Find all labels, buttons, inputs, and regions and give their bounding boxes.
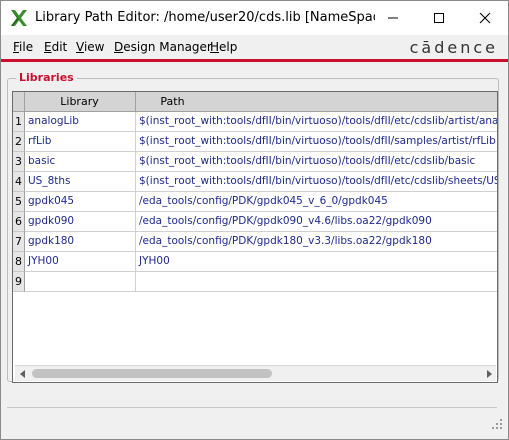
library-cell[interactable]: gpdk180 bbox=[25, 232, 136, 252]
row-number: 1 bbox=[13, 112, 25, 132]
row-number: 8 bbox=[13, 252, 25, 272]
libraries-table: Library Path 1 analogLib $(inst_root_with:… bbox=[12, 91, 498, 383]
scroll-left-icon[interactable] bbox=[17, 368, 28, 379]
path-cell[interactable]: $(inst_root_with:tools/dfII/bin/virtuoso… bbox=[136, 172, 497, 192]
status-divider bbox=[7, 407, 497, 408]
row-number: 5 bbox=[13, 192, 25, 212]
column-header-library[interactable]: Library bbox=[24, 92, 136, 111]
table-header: Library Path bbox=[13, 92, 497, 112]
close-icon bbox=[479, 9, 491, 28]
path-cell[interactable]: /eda_tools/config/PDK/gpdk045_v_6_0/gpdk… bbox=[136, 192, 497, 212]
column-header-path[interactable]: Path bbox=[136, 92, 209, 111]
path-cell[interactable]: /eda_tools/config/PDK/gpdk090_v4.6/libs.… bbox=[136, 212, 497, 232]
menu-view[interactable]: View bbox=[76, 40, 104, 54]
resize-grip-icon[interactable] bbox=[492, 414, 502, 433]
path-cell[interactable]: /eda_tools/config/PDK/gpdk180_v3.3/libs.… bbox=[136, 232, 497, 252]
table-row[interactable]: 7 gpdk180/eda_tools/config/PDK/gpdk180_v3… bbox=[13, 232, 497, 252]
row-number: 2 bbox=[13, 132, 25, 152]
path-cell[interactable]: $(inst_root_with:tools/dfII/bin/virtuoso… bbox=[136, 152, 497, 172]
library-cell[interactable]: gpdk045 bbox=[25, 192, 136, 212]
library-cell[interactable]: gpdk090 bbox=[25, 212, 136, 232]
library-cell[interactable]: JYH00 bbox=[25, 252, 136, 272]
path-cell[interactable]: JYH00 bbox=[136, 252, 497, 272]
cadence-app-icon bbox=[9, 8, 29, 28]
scrollbar-thumb[interactable] bbox=[32, 369, 272, 378]
table-row[interactable]: 3 basic $(inst_root_with:tools/dfII/bin/vi… bbox=[13, 152, 497, 172]
minimize-button[interactable] bbox=[370, 1, 416, 35]
table-row[interactable]: 2 rfLib $(inst_root_with:tools/dfII/bin/vi… bbox=[13, 132, 497, 152]
table-row[interactable]: 1 analogLib $(inst_root_with:tools/dfII/bi… bbox=[13, 112, 497, 132]
library-cell[interactable]: basic bbox=[25, 152, 136, 172]
minimize-icon bbox=[387, 9, 399, 28]
library-cell[interactable]: analogLib bbox=[25, 112, 136, 132]
close-button[interactable] bbox=[462, 1, 508, 35]
accent-divider bbox=[1, 59, 508, 62]
row-number: 3 bbox=[13, 152, 25, 172]
menu-file[interactable]: File bbox=[13, 40, 33, 54]
horizontal-scrollbar[interactable] bbox=[15, 365, 496, 381]
table-row[interactable]: 6 gpdk090/eda_tools/config/PDK/gpdk090_v4… bbox=[13, 212, 497, 232]
menu-help[interactable]: Help bbox=[210, 40, 237, 54]
maximize-button[interactable] bbox=[416, 1, 462, 35]
library-cell[interactable]: US_8ths bbox=[25, 172, 136, 192]
row-number: 9 bbox=[13, 272, 25, 292]
menu-design-manager[interactable]: Design Manager bbox=[114, 40, 212, 54]
path-cell[interactable]: $(inst_root_with:tools/dfII/bin/virtuoso… bbox=[136, 112, 497, 132]
row-number: 4 bbox=[13, 172, 25, 192]
menu-bar: File Edit View Design Manager Help cāden… bbox=[1, 35, 508, 59]
library-path-editor-window: Library Path Editor: /home/user20/cds.li… bbox=[0, 0, 509, 440]
title-bar[interactable]: Library Path Editor: /home/user20/cds.li… bbox=[1, 1, 508, 35]
row-number: 6 bbox=[13, 212, 25, 232]
maximize-icon bbox=[433, 9, 445, 28]
scroll-right-icon[interactable] bbox=[483, 368, 494, 379]
path-cell[interactable] bbox=[136, 272, 497, 292]
cadence-logo: cādence bbox=[409, 38, 498, 57]
libraries-group-label: Libraries bbox=[16, 71, 77, 84]
library-cell[interactable] bbox=[25, 272, 136, 292]
menu-edit[interactable]: Edit bbox=[44, 40, 67, 54]
row-number: 7 bbox=[13, 232, 25, 252]
path-cell[interactable]: $(inst_root_with:tools/dfII/bin/virtuoso… bbox=[136, 132, 497, 152]
table-row[interactable]: 5 gpdk045/eda_tools/config/PDK/gpdk045_v_… bbox=[13, 192, 497, 212]
table-row[interactable]: 8 JYH00 JYH00 bbox=[13, 252, 497, 272]
table-row[interactable]: 4 US_8ths $(inst_root_with:tools/dfII/bin/… bbox=[13, 172, 497, 192]
table-row[interactable]: 9 bbox=[13, 272, 497, 292]
window-title: Library Path Editor: /home/user20/cds.li… bbox=[35, 10, 375, 25]
library-cell[interactable]: rfLib bbox=[25, 132, 136, 152]
